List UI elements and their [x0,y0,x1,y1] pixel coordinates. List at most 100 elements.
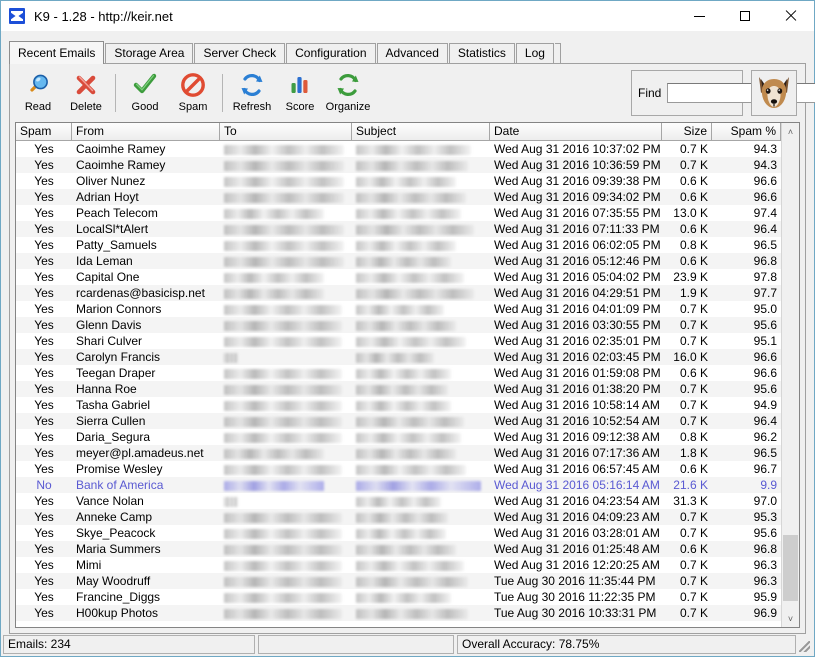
table-row[interactable]: Yes LocalSl*tAlert Wed Aug 31 2016 07:11:3… [16,221,781,237]
redacted-text [224,384,342,395]
redacted-text [224,272,324,283]
title-bar: K9 - 1.28 - http://keir.net [1,1,814,31]
table-row[interactable]: Yes Sierra Cullen Wed Aug 31 2016 10:52:54… [16,413,781,429]
tab-configuration[interactable]: Configuration [286,43,376,63]
table-row[interactable]: Yes Daria_Segura Wed Aug 31 2016 09:12:38 … [16,429,781,445]
refresh-button[interactable]: Refresh [228,67,276,119]
close-button[interactable] [768,1,814,31]
table-row[interactable]: Yes rcardenas@basicisp.net Wed Aug 31 2016… [16,285,781,301]
column-header-size[interactable]: Size [662,123,712,141]
minimize-button[interactable] [676,1,722,31]
cell-spam-percent: 97.4 [753,206,777,220]
cell-size: 0.7 K [679,318,708,332]
cell-subject [352,141,490,157]
cell-spam-percent: 95.6 [753,526,777,540]
cell-to [220,221,352,237]
table-row[interactable]: Yes Adrian Hoyt Wed Aug 31 2016 09:34:02 P… [16,189,781,205]
table-row[interactable]: Yes Caoimhe Ramey Wed Aug 31 2016 10:37:02… [16,141,781,157]
table-row[interactable]: Yes Vance Nolan Wed Aug 31 2016 04:23:54 A… [16,493,781,509]
tab-server-check[interactable]: Server Check [194,43,286,63]
redacted-text [356,336,466,347]
table-row[interactable]: Yes Francine_Diggs Tue Aug 30 2016 11:22:3… [16,589,781,605]
table-row[interactable]: Yes Capital One Wed Aug 31 2016 05:04:02 P… [16,269,781,285]
table-row[interactable]: Yes Patty_Samuels Wed Aug 31 2016 06:02:05… [16,237,781,253]
redacted-text [356,512,448,523]
resize-grip[interactable] [796,638,812,654]
tab-recent-emails[interactable]: Recent Emails [9,41,105,64]
cell-date: Wed Aug 31 2016 05:12:46 PM [494,254,661,268]
tab-statistics[interactable]: Statistics [448,43,515,63]
column-header-spam[interactable]: Spam [16,123,72,141]
column-header-from[interactable]: From [72,123,220,141]
cell-spam: Yes [34,318,54,332]
cell-from: Francine_Diggs [76,590,161,604]
maximize-button[interactable] [722,1,768,31]
cell-to [220,397,352,413]
table-row[interactable]: Yes Oliver Nunez Wed Aug 31 2016 09:39:38 … [16,173,781,189]
column-header-spam-percent[interactable]: Spam % [712,123,781,141]
delete-button[interactable]: Delete [62,67,110,119]
table-row[interactable]: Yes Carolyn Francis Wed Aug 31 2016 02:03:… [16,349,781,365]
table-row[interactable]: No Bank of America Wed Aug 31 2016 05:16:1… [16,477,781,493]
table-row[interactable]: Yes Ida Leman Wed Aug 31 2016 05:12:46 PM 0… [16,253,781,269]
table-row[interactable]: Yes Skye_Peacock Wed Aug 31 2016 03:28:01 … [16,525,781,541]
organize-button[interactable]: Organize [324,67,372,119]
cell-from: Tasha Gabriel [76,398,151,412]
table-row[interactable]: Yes Shari Culver Wed Aug 31 2016 02:35:01 … [16,333,781,349]
status-emails-count: Emails: 234 [3,635,255,654]
table-row[interactable]: Yes Mimi Wed Aug 31 2016 12:20:25 AM 0.7 K 9… [16,557,781,573]
table-row[interactable]: Yes Marion Connors Wed Aug 31 2016 04:01:0… [16,301,781,317]
table-row[interactable]: Yes Maria Summers Wed Aug 31 2016 01:25:48… [16,541,781,557]
cell-from: Adrian Hoyt [76,190,139,204]
table-row[interactable]: Yes Hanna Roe Wed Aug 31 2016 01:38:20 PM 0… [16,381,781,397]
cell-spam: Yes [34,302,54,316]
cell-from: H00kup Photos [76,606,159,620]
spam-button[interactable]: Spam [169,67,217,119]
read-button[interactable]: Read [14,67,62,119]
cell-spam: Yes [34,430,54,444]
table-row[interactable]: Yes Anneke Camp Wed Aug 31 2016 04:09:23 A… [16,509,781,525]
redacted-text [356,400,451,411]
redacted-text [224,480,324,491]
scroll-up-button[interactable]: ˄ [782,123,799,140]
table-row[interactable]: Yes Peach Telecom Wed Aug 31 2016 07:35:55… [16,205,781,221]
tab-storage-area[interactable]: Storage Area [105,43,194,63]
table-row[interactable]: Yes H00kup Photos Tue Aug 30 2016 10:33:31… [16,605,781,621]
cell-date: Wed Aug 31 2016 03:28:01 AM [494,526,660,540]
cell-to [220,365,352,381]
tab-advanced[interactable]: Advanced [376,43,448,63]
column-header-subject[interactable]: Subject [352,123,490,141]
scrollbar-track[interactable] [782,140,799,610]
cell-date: Wed Aug 31 2016 01:59:08 PM [494,366,661,380]
column-header-to[interactable]: To [220,123,352,141]
score-button[interactable]: Score [276,67,324,119]
cell-date: Wed Aug 31 2016 01:38:20 PM [494,382,661,396]
table-row[interactable]: Yes Promise Wesley Wed Aug 31 2016 06:57:4… [16,461,781,477]
cell-size: 0.7 K [679,414,708,428]
table-row[interactable]: Yes Glenn Davis Wed Aug 31 2016 03:30:55 P… [16,317,781,333]
table-row[interactable]: Yes meyer@pl.amadeus.net Wed Aug 31 2016 0… [16,445,781,461]
tab-log[interactable]: Log [515,43,554,63]
cell-subject [352,253,490,269]
redacted-text [224,416,342,427]
cell-date: Tue Aug 30 2016 11:22:35 PM [494,590,656,604]
redacted-text [356,304,444,315]
table-row[interactable]: Yes May Woodruff Tue Aug 30 2016 11:35:44 … [16,573,781,589]
cell-from: Peach Telecom [76,206,158,220]
cell-spam-percent: 96.6 [753,190,777,204]
good-button[interactable]: Good [121,67,169,119]
table-row[interactable]: Yes Teegan Draper Wed Aug 31 2016 01:59:08… [16,365,781,381]
find-box: Find [631,70,815,116]
cell-size: 0.7 K [679,398,708,412]
cell-date: Wed Aug 31 2016 10:36:59 PM [494,158,661,172]
table-row[interactable]: Yes Caoimhe Ramey Wed Aug 31 2016 10:36:59… [16,157,781,173]
redacted-text [356,240,456,251]
grid-vertical-scrollbar[interactable]: ˄ ˅ [781,123,799,627]
column-header-date[interactable]: Date [490,123,662,141]
cell-to [220,237,352,253]
scroll-down-button[interactable]: ˅ [782,610,799,627]
scrollbar-thumb[interactable] [783,534,798,601]
table-row[interactable]: Yes Tasha Gabriel Wed Aug 31 2016 10:58:14… [16,397,781,413]
redacted-text [224,288,324,299]
email-row-list: Yes Caoimhe Ramey Wed Aug 31 2016 10:37:02… [16,141,781,627]
